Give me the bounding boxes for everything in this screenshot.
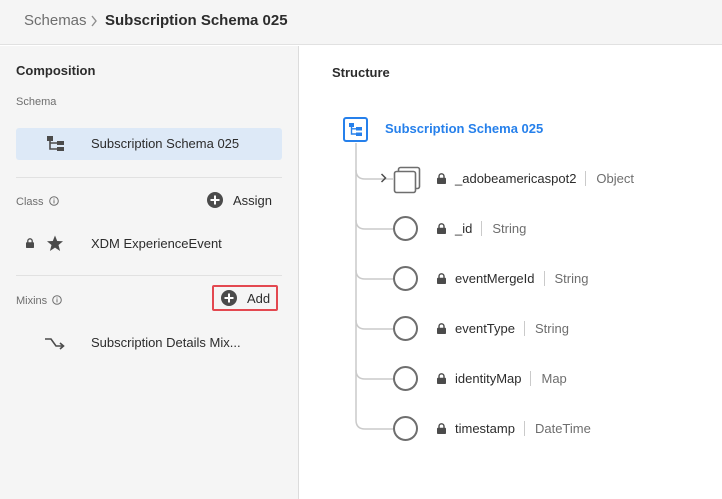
lock-icon (26, 238, 34, 248)
field-name[interactable]: _adobeamericaspot2 Object (455, 171, 634, 186)
field-name[interactable]: identityMap Map (455, 371, 567, 386)
header-bar: Schemas Subscription Schema 025 (0, 0, 722, 45)
mixins-label-text: Mixins (16, 295, 48, 307)
field-name[interactable]: _id String (455, 221, 527, 236)
field-name-text: _adobeamericaspot2 (455, 171, 577, 186)
schema-root-node[interactable] (343, 117, 368, 142)
field-node[interactable] (393, 266, 418, 291)
breadcrumb-current: Subscription Schema 025 (105, 12, 288, 29)
field-row[interactable]: _adobeamericaspot2 Object (380, 164, 710, 194)
schema-tree-icon (349, 123, 362, 136)
assign-label: Assign (233, 192, 273, 208)
field-name-text: identityMap (455, 371, 522, 386)
field-name-text: eventMergeId (455, 271, 535, 286)
field-row[interactable]: eventMergeId String (380, 264, 710, 294)
field-name[interactable]: eventMergeId String (455, 271, 589, 286)
chevron-right-icon (91, 15, 97, 27)
field-type: String (481, 221, 527, 236)
object-icon[interactable] (393, 166, 421, 194)
class-item[interactable]: XDM ExperienceEvent (16, 232, 282, 256)
field-node[interactable] (393, 216, 418, 241)
add-label: Add (247, 290, 271, 306)
field-node[interactable] (393, 416, 418, 441)
lock-icon (437, 223, 446, 234)
field-row[interactable]: eventType String (380, 314, 710, 344)
schema-section-label: Schema (16, 96, 57, 108)
field-type: Map (530, 371, 567, 386)
field-name-text: _id (455, 221, 473, 236)
mixin-icon (45, 338, 65, 350)
field-type: DateTime (523, 421, 591, 436)
star-icon (47, 235, 63, 251)
field-row[interactable]: timestamp DateTime (380, 414, 710, 444)
lock-icon (437, 173, 446, 184)
composition-panel: Composition Schema Subscription Schema 0… (0, 46, 299, 499)
breadcrumb-schemas[interactable]: Schemas (24, 12, 87, 29)
schema-item[interactable]: Subscription Schema 025 (16, 128, 282, 160)
field-type: String (543, 271, 589, 286)
field-name-text: timestamp (455, 421, 515, 436)
class-label-text: Class (16, 196, 44, 208)
plus-circle-icon (207, 192, 223, 208)
lock-icon (437, 273, 446, 284)
field-row[interactable]: _id String (380, 214, 710, 244)
field-name[interactable]: eventType String (455, 321, 569, 336)
info-icon[interactable] (48, 196, 59, 206)
class-item-label: XDM ExperienceEvent (91, 236, 222, 251)
field-name[interactable]: timestamp DateTime (455, 421, 591, 436)
field-node[interactable] (393, 366, 418, 391)
schema-item-label: Subscription Schema 025 (91, 136, 240, 151)
lock-icon (437, 423, 446, 434)
mixin-item[interactable]: Subscription Details Mix... (16, 331, 282, 355)
lock-icon (437, 373, 446, 384)
field-node[interactable] (393, 316, 418, 341)
divider (16, 275, 282, 276)
add-mixin-button[interactable]: Add (212, 285, 279, 311)
lock-icon (437, 323, 446, 334)
field-type: String (524, 321, 569, 336)
schema-root-label[interactable]: Subscription Schema 025 (385, 121, 543, 136)
info-icon[interactable] (52, 295, 63, 305)
composition-title: Composition (16, 63, 96, 78)
field-type: Object (585, 171, 634, 186)
field-row[interactable]: identityMap Map (380, 364, 710, 394)
field-name-text: eventType (455, 321, 515, 336)
divider (16, 177, 282, 178)
schema-tree-icon (47, 136, 64, 151)
chevron-right-icon[interactable] (379, 172, 389, 184)
plus-circle-icon (221, 290, 237, 306)
mixins-section-label: Mixins (16, 295, 63, 307)
assign-class-button[interactable]: Assign (207, 187, 272, 213)
mixin-item-label: Subscription Details Mix... (91, 335, 241, 350)
structure-title: Structure (332, 65, 390, 80)
class-section-label: Class (16, 196, 59, 208)
